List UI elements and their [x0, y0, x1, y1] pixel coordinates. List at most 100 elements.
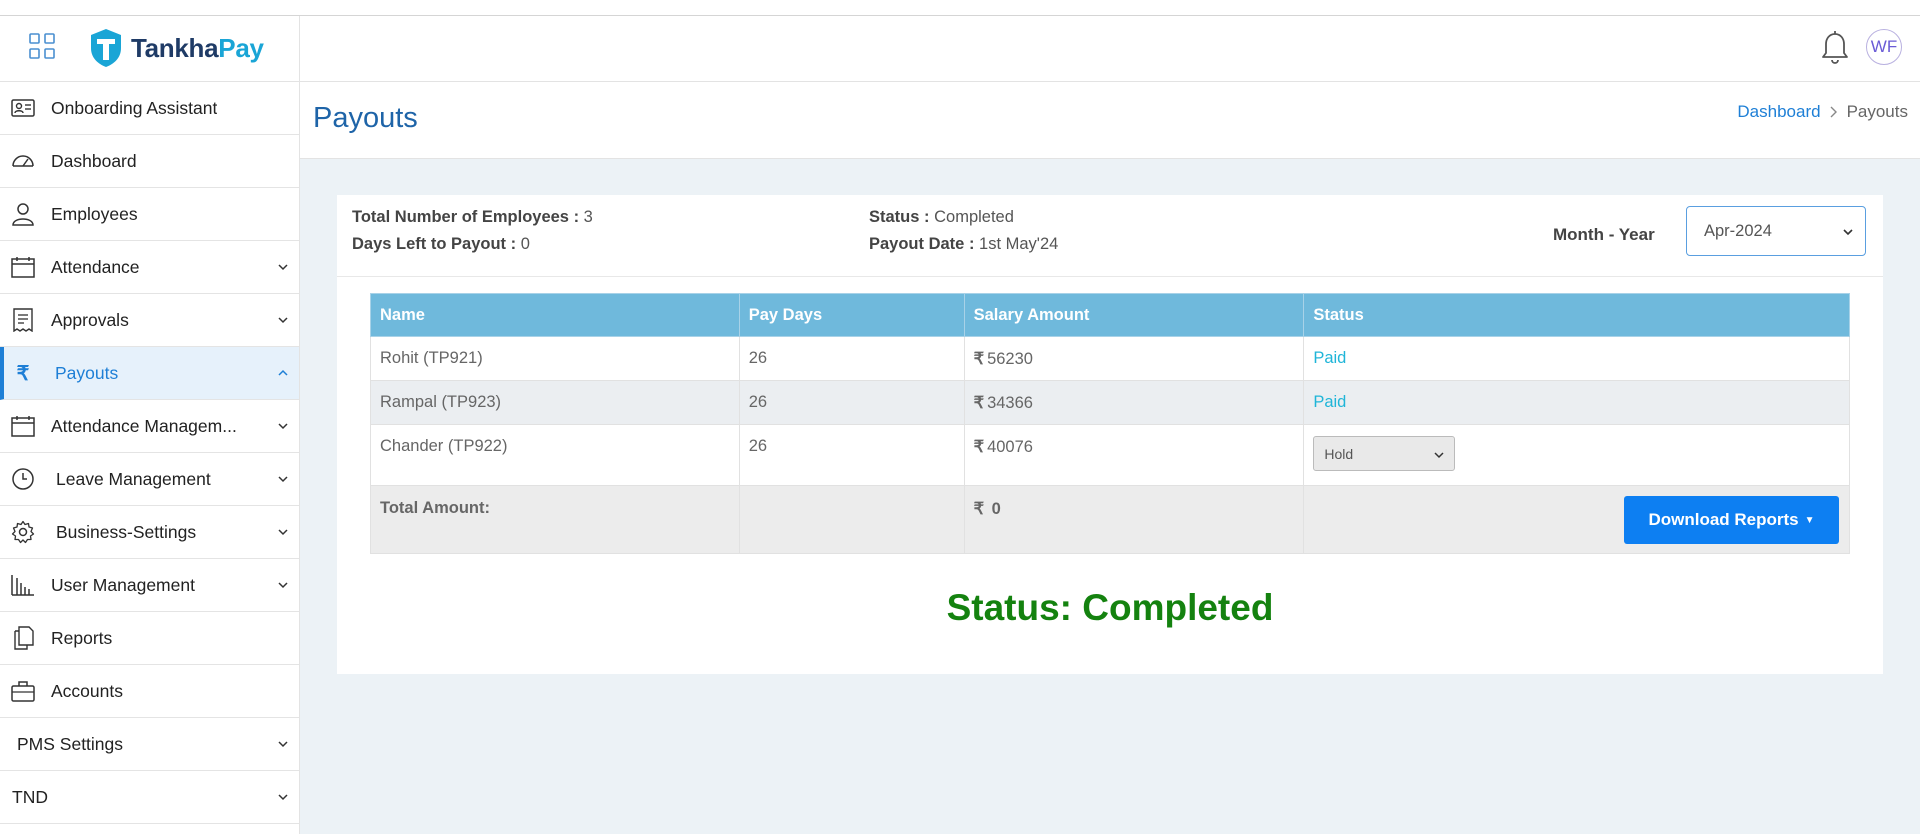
total-row: Total Amount: ₹ 0 Download Reports ▼: [370, 485, 1850, 554]
employee-name: Chander (TP922): [370, 424, 740, 486]
chevron-down-icon: [278, 476, 288, 483]
id-card-icon: [10, 95, 36, 121]
sidebar-item-label: Accounts: [51, 680, 123, 701]
sidebar-item-user-management[interactable]: User Management: [0, 559, 299, 612]
sidebar-item-leave-management[interactable]: Leave Management: [0, 453, 299, 506]
caret-down-icon: ▼: [1804, 514, 1815, 526]
table-row: Rohit (TP921) 26 ₹56230 Paid: [370, 336, 1850, 381]
salary-amount: ₹34366: [963, 380, 1305, 425]
download-cell: Download Reports ▼: [1303, 485, 1850, 554]
brand-cell: TankhaPay: [0, 16, 300, 82]
table-row: Rampal (TP923) 26 ₹34366 Paid: [370, 380, 1850, 425]
sidebar-item-label: User Management: [51, 574, 195, 595]
chevron-down-icon: [278, 582, 288, 589]
month-year-select[interactable]: Apr-2024: [1686, 206, 1866, 256]
breadcrumb-current: Payouts: [1846, 102, 1908, 121]
chevron-down-icon: [278, 423, 288, 430]
notification-bell-icon[interactable]: [1820, 30, 1850, 66]
pay-days: 26: [738, 380, 965, 425]
sidebar-item-onboarding-assistant[interactable]: Onboarding Assistant: [0, 82, 299, 135]
sidebar-item-business-settings[interactable]: Business-Settings: [0, 506, 299, 559]
chevron-up-icon: [278, 369, 288, 376]
column-header[interactable]: Status: [1303, 293, 1850, 337]
status-cell: Paid: [1303, 380, 1850, 425]
sidebar-item-label: Payouts: [55, 362, 119, 383]
breadcrumb-dashboard-link[interactable]: Dashboard: [1737, 102, 1820, 122]
sidebar-item-label: Attendance Managem...: [51, 415, 237, 436]
top-border: [0, 0, 1920, 16]
user-icon: [10, 201, 36, 227]
sidebar-item-attendance[interactable]: Attendance: [0, 241, 299, 294]
chevron-down-icon: [278, 794, 288, 801]
sidebar-item-accounts[interactable]: Accounts: [0, 665, 299, 718]
sidebar-item-attendance-management[interactable]: Attendance Managem...: [0, 400, 299, 453]
hold-status-select[interactable]: Hold: [1313, 436, 1456, 471]
payout-date: Payout Date : 1st May'24: [869, 235, 1059, 253]
sidebar-item-label: Leave Management: [56, 468, 211, 489]
chevron-down-icon: [1434, 452, 1444, 459]
top-header: TankhaPay WF: [0, 16, 1920, 82]
apps-grid-icon[interactable]: [29, 33, 55, 59]
calendar-icon: [10, 254, 36, 280]
column-header[interactable]: Salary Amount: [963, 293, 1305, 337]
gear-icon: [10, 519, 36, 545]
chevron-down-icon: [278, 317, 288, 324]
page-title: Payouts: [313, 102, 418, 134]
sidebar-item-label: Onboarding Assistant: [51, 97, 218, 118]
download-reports-button[interactable]: Download Reports ▼: [1624, 496, 1839, 544]
status-cell: Paid: [1303, 336, 1850, 381]
payouts-card: Total Number of Employees : 3 Days Left …: [337, 195, 1883, 674]
briefcase-icon: [10, 678, 36, 704]
salary-amount: ₹40076: [963, 424, 1305, 486]
salary-amount: ₹56230: [963, 336, 1305, 381]
status-cell: Hold: [1303, 424, 1850, 486]
status-banner: Status: Completed: [946, 587, 1274, 628]
total-amount: ₹ 0: [963, 485, 1305, 554]
month-year-value: Apr-2024: [1704, 221, 1772, 240]
sidebar-item-label: Dashboard: [51, 150, 137, 171]
receipt-icon: [10, 307, 36, 333]
sidebar-item-dashboard[interactable]: Dashboard: [0, 135, 299, 188]
chevron-down-icon: [278, 264, 288, 271]
sidebar: Onboarding Assistant Dashboard Employees…: [0, 82, 300, 834]
chevron-down-icon: [278, 529, 288, 536]
sidebar-item-label: PMS Settings: [17, 733, 124, 754]
sidebar-item-reports[interactable]: Reports: [0, 612, 299, 665]
chevron-down-icon: [278, 741, 288, 748]
pay-days: 26: [738, 424, 965, 486]
sidebar-item-pms-settings[interactable]: PMS Settings: [0, 718, 299, 771]
chevron-down-icon: [1843, 229, 1853, 236]
sidebar-item-tnd[interactable]: TND: [0, 771, 299, 824]
bar-chart-icon: [10, 572, 36, 598]
document-icon: [10, 625, 36, 651]
sidebar-item-employees[interactable]: Employees: [0, 188, 299, 241]
table-row: Chander (TP922) 26 ₹40076 Hold: [370, 424, 1850, 486]
sidebar-item-label: Reports: [51, 627, 113, 648]
table-header-row: Name Pay Days Salary Amount Status: [370, 293, 1850, 337]
speedometer-icon: [10, 148, 36, 174]
sidebar-item-label: Attendance: [51, 256, 140, 277]
total-empty-cell: [738, 485, 965, 554]
calendar-icon: [10, 413, 36, 439]
hold-status-value: Hold: [1324, 446, 1354, 462]
user-avatar[interactable]: WF: [1866, 29, 1902, 65]
paid-status-link[interactable]: Paid: [1313, 393, 1346, 411]
column-header[interactable]: Pay Days: [738, 293, 965, 337]
sidebar-item-label: Approvals: [51, 309, 129, 330]
payouts-table: Name Pay Days Salary Amount Status Rohit…: [370, 293, 1850, 554]
sidebar-item-label: Business-Settings: [56, 521, 197, 542]
total-label: Total Amount:: [370, 485, 740, 554]
logo[interactable]: TankhaPay: [89, 28, 264, 68]
employee-name: Rohit (TP921): [370, 336, 740, 381]
breadcrumb: Dashboard Payouts: [1737, 102, 1908, 122]
paid-status-link[interactable]: Paid: [1313, 349, 1346, 367]
sidebar-item-approvals[interactable]: Approvals: [0, 294, 299, 347]
month-year-label: Month - Year: [1553, 225, 1655, 244]
total-employees: Total Number of Employees : 3: [352, 208, 593, 226]
sidebar-item-payouts[interactable]: ₹ Payouts: [0, 347, 299, 400]
sidebar-item-label: TND: [12, 786, 48, 807]
page-header: Payouts Dashboard Payouts: [300, 82, 1920, 159]
column-header[interactable]: Name: [370, 293, 740, 337]
days-left: Days Left to Payout : 0: [352, 235, 530, 253]
chevron-right-icon: [1830, 106, 1837, 118]
